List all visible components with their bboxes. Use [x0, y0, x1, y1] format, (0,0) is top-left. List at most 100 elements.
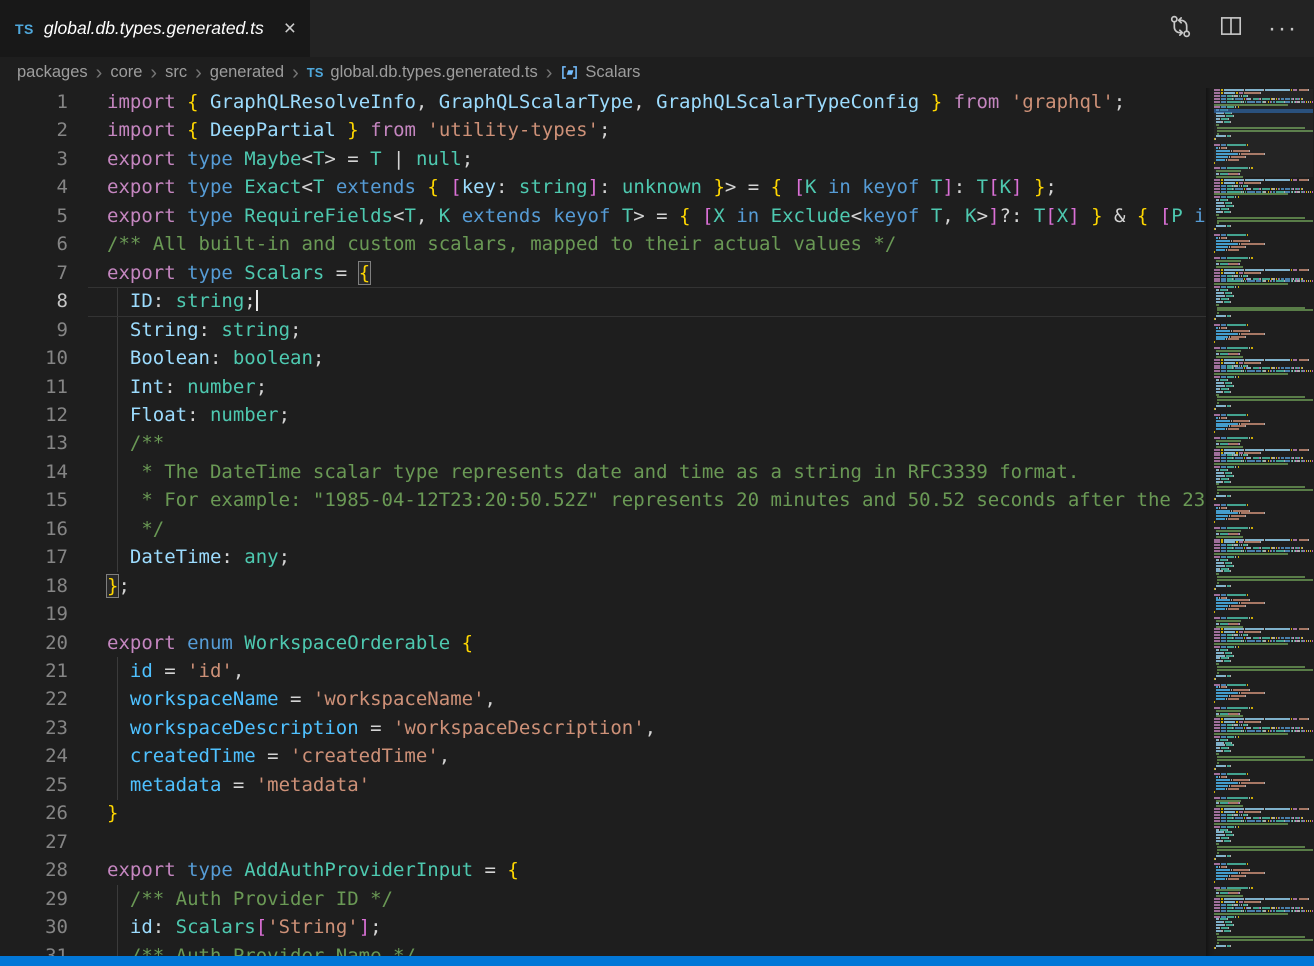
line-number[interactable]: 24 — [0, 742, 68, 770]
code-line[interactable]: 5export type RequireFields<T, K extends … — [0, 202, 1206, 230]
line-content: export type AddAuthProviderInput = { — [107, 856, 519, 884]
line-number[interactable]: 5 — [0, 202, 68, 230]
code-line[interactable]: 28 export type AddAuthProviderInput = { — [0, 856, 1206, 884]
open-changes-button[interactable] — [1167, 13, 1194, 45]
line-content: * The DateTime scalar type represents da… — [107, 458, 1079, 486]
line-number[interactable]: 6 — [0, 230, 68, 258]
line-number[interactable]: 14 — [0, 458, 68, 486]
split-editor-icon — [1218, 13, 1244, 44]
line-number[interactable]: 18 — [0, 572, 68, 600]
code-line[interactable]: 22 workspaceName = 'workspaceName', — [0, 685, 1206, 713]
code-line[interactable]: 20export enum WorkspaceOrderable { — [0, 629, 1206, 657]
code-line[interactable]: 10 Boolean: boolean; — [0, 344, 1206, 372]
code-line[interactable]: 29 /** Auth Provider ID */ — [0, 885, 1206, 913]
code-line[interactable]: 25 metadata = 'metadata' — [0, 771, 1206, 799]
line-content: export type Exact<T extends { [key: stri… — [107, 173, 1057, 201]
code-line[interactable]: 17 DateTime: any; — [0, 543, 1206, 571]
code-line[interactable]: 8 ID: string; — [0, 287, 1206, 315]
line-number[interactable]: 12 — [0, 401, 68, 429]
code-line[interactable]: 11 Int: number; — [0, 373, 1206, 401]
breadcrumb-item-packages[interactable]: packages — [17, 63, 88, 82]
code-line[interactable]: 30 id: Scalars['String']; — [0, 913, 1206, 941]
line-number[interactable]: 16 — [0, 515, 68, 543]
line-number[interactable]: 27 — [0, 828, 68, 856]
tab-global-db-types[interactable]: TS global.db.types.generated.ts × — [0, 0, 310, 57]
line-number[interactable]: 19 — [0, 600, 68, 628]
minimap-slider[interactable] — [1214, 89, 1313, 177]
editor-actions: ··· — [1167, 0, 1314, 57]
current-line-highlight — [88, 287, 1206, 288]
code-line[interactable]: 4 export type Exact<T extends { [key: str… — [0, 173, 1206, 201]
line-content: import { DeepPartial } from 'utility-typ… — [107, 116, 610, 144]
line-content: workspaceName = 'workspaceName', — [107, 685, 496, 713]
code-line[interactable]: 7export type Scalars = { — [0, 259, 1206, 287]
code-line[interactable]: 19 — [0, 600, 1206, 628]
line-number[interactable]: 23 — [0, 714, 68, 742]
code-line[interactable]: 24 createdTime = 'createdTime', — [0, 742, 1206, 770]
line-content: /** All built-in and custom scalars, map… — [107, 230, 896, 258]
code-line[interactable]: 9 String: string; — [0, 316, 1206, 344]
line-number[interactable]: 28 — [0, 856, 68, 884]
line-number[interactable]: 13 — [0, 429, 68, 457]
line-content: Float: number; — [107, 401, 290, 429]
line-number[interactable]: 8 — [0, 287, 68, 315]
breadcrumb-item-core[interactable]: core — [110, 63, 142, 82]
line-number[interactable]: 3 — [0, 145, 68, 173]
code-line[interactable]: 6 /** All built-in and custom scalars, ma… — [0, 230, 1206, 258]
line-number[interactable]: 9 — [0, 316, 68, 344]
line-number[interactable]: 21 — [0, 657, 68, 685]
line-number[interactable]: 7 — [0, 259, 68, 287]
code-line[interactable]: 21 id = 'id', — [0, 657, 1206, 685]
tab-bar: TS global.db.types.generated.ts × — [0, 0, 1314, 57]
line-number[interactable]: 26 — [0, 799, 68, 827]
code-line[interactable]: 14 * The DateTime scalar type represents… — [0, 458, 1206, 486]
symbol-type-icon — [560, 63, 579, 82]
line-number[interactable]: 10 — [0, 344, 68, 372]
code-line[interactable]: 31 /** Auth Provider Name */ — [0, 942, 1206, 957]
line-content: DateTime: any; — [107, 543, 290, 571]
line-content: /** Auth Provider ID */ — [107, 885, 393, 913]
code-line[interactable]: 23 workspaceDescription = 'workspaceDesc… — [0, 714, 1206, 742]
line-number[interactable]: 17 — [0, 543, 68, 571]
code-line[interactable]: 15 * For example: "1985-04-12T23:20:50.5… — [0, 486, 1206, 514]
breadcrumb-item-generated[interactable]: generated — [210, 63, 284, 82]
tab-title: global.db.types.generated.ts — [44, 18, 264, 39]
line-content: Boolean: boolean; — [107, 344, 324, 372]
code-line[interactable]: 3export type Maybe<T> = T | null; — [0, 145, 1206, 173]
breadcrumb: packages › core › src › generated › TS g… — [0, 57, 1314, 88]
breadcrumb-item-src[interactable]: src — [165, 63, 187, 82]
line-number[interactable]: 25 — [0, 771, 68, 799]
ellipsis-icon: ··· — [1268, 24, 1298, 34]
line-number[interactable]: 2 — [0, 116, 68, 144]
text-cursor — [256, 290, 258, 311]
line-content: String: string; — [107, 316, 302, 344]
breadcrumb-item-file[interactable]: TS global.db.types.generated.ts — [307, 63, 538, 82]
code-area[interactable]: 1import { GraphQLResolveInfo, GraphQLSca… — [0, 88, 1206, 956]
minimap[interactable] — [1206, 88, 1314, 956]
line-number[interactable]: 4 — [0, 173, 68, 201]
code-line[interactable]: 18}; — [0, 572, 1206, 600]
code-line[interactable]: 27 — [0, 828, 1206, 856]
code-line[interactable]: 12 Float: number; — [0, 401, 1206, 429]
code-line[interactable]: 2 import { DeepPartial } from 'utility-ty… — [0, 116, 1206, 144]
line-number[interactable]: 15 — [0, 486, 68, 514]
more-actions-button[interactable]: ··· — [1268, 24, 1298, 34]
tab-close-icon[interactable]: × — [284, 18, 296, 39]
chevron-right-icon: › — [546, 65, 553, 81]
line-number[interactable]: 1 — [0, 88, 68, 116]
line-number[interactable]: 20 — [0, 629, 68, 657]
line-content: id = 'id', — [107, 657, 244, 685]
line-number[interactable]: 30 — [0, 913, 68, 941]
line-number[interactable]: 11 — [0, 373, 68, 401]
code-line[interactable]: 16 */ — [0, 515, 1206, 543]
line-content: */ — [107, 515, 164, 543]
breadcrumb-item-symbol[interactable]: Scalars — [560, 63, 640, 82]
line-number[interactable]: 29 — [0, 885, 68, 913]
split-editor-button[interactable] — [1218, 13, 1244, 44]
line-number[interactable]: 31 — [0, 942, 68, 957]
line-number[interactable]: 22 — [0, 685, 68, 713]
code-line[interactable]: 13 /** — [0, 429, 1206, 457]
line-content: }; — [107, 572, 130, 600]
code-line[interactable]: 26} — [0, 799, 1206, 827]
code-line[interactable]: 1import { GraphQLResolveInfo, GraphQLSca… — [0, 88, 1206, 116]
